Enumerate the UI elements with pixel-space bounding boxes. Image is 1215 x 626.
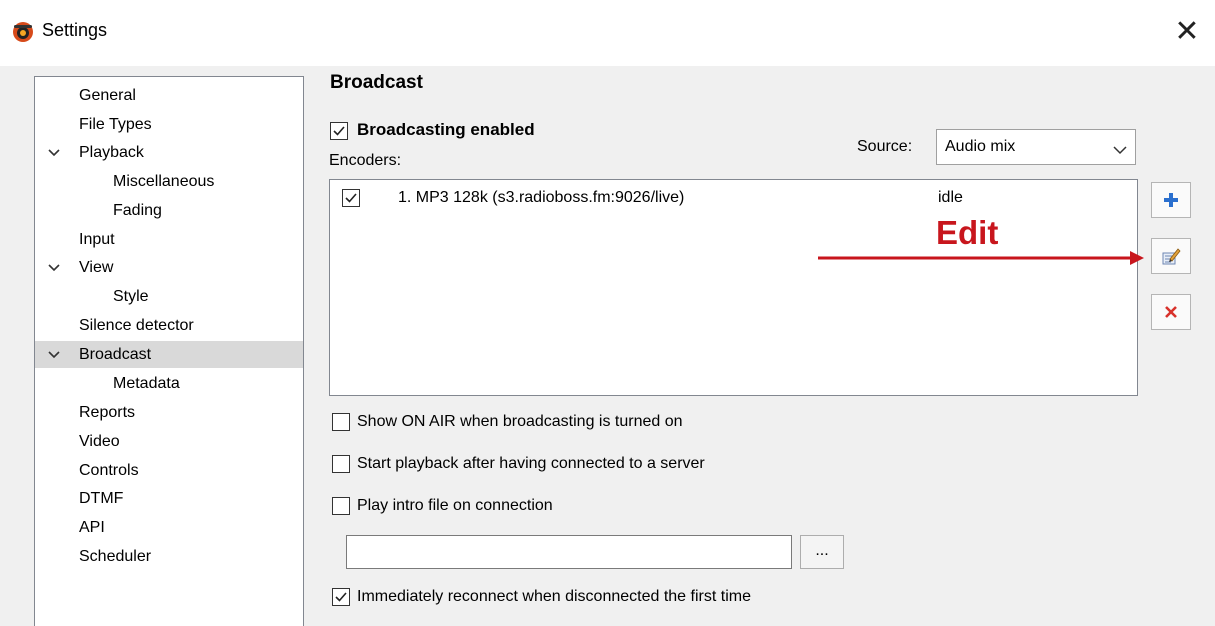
nav-item-file-types[interactable]: File Types (35, 111, 303, 138)
nav-item-dtmf[interactable]: DTMF (35, 485, 303, 512)
checkmark-icon (345, 193, 357, 203)
nav-item-playback[interactable]: Playback (35, 139, 303, 166)
nav-item-label: Reports (79, 404, 136, 421)
nav-item-label: Video (79, 433, 120, 450)
encoders-label: Encoders: (329, 152, 402, 169)
nav-item-scheduler[interactable]: Scheduler (35, 543, 303, 570)
nav-item-label: View (79, 259, 114, 276)
section-title: Broadcast (330, 72, 423, 93)
nav-item-label: File Types (79, 116, 152, 133)
show-on-air-label: Show ON AIR when broadcasting is turned … (357, 413, 683, 430)
close-button[interactable]: ✕ (1167, 12, 1207, 52)
nav-item-broadcast[interactable]: Broadcast (35, 341, 303, 368)
show-on-air-checkbox[interactable] (332, 413, 350, 431)
source-label: Source: (857, 138, 913, 155)
list-item[interactable]: 1. MP3 128k (s3.radioboss.fm:9026/live) … (330, 180, 1137, 220)
broadcasting-enabled-checkbox[interactable] (330, 122, 348, 140)
nav-item-silence-detector[interactable]: Silence detector (35, 312, 303, 339)
settings-window: Settings ✕ General File Types Playback M… (0, 0, 1215, 626)
reconnect-checkbox[interactable] (332, 588, 350, 606)
edit-icon (1162, 248, 1181, 265)
start-playback-label: Start playback after having connected to… (357, 455, 705, 472)
checkmark-icon (333, 126, 345, 136)
nav-item-style[interactable]: Style (35, 283, 303, 310)
play-intro-label: Play intro file on connection (357, 497, 553, 514)
nav-item-label: Fading (113, 202, 162, 219)
window-title: Settings (42, 20, 108, 40)
app-icon (12, 21, 34, 43)
encoders-list[interactable]: 1. MP3 128k (s3.radioboss.fm:9026/live) … (329, 179, 1138, 396)
encoder-enabled-checkbox[interactable] (342, 189, 360, 207)
nav-item-reports[interactable]: Reports (35, 399, 303, 426)
nav-item-general[interactable]: General (35, 82, 303, 109)
nav-item-label: DTMF (79, 490, 124, 507)
delete-icon (1165, 306, 1177, 318)
nav-item-input[interactable]: Input (35, 226, 303, 253)
encoder-status: idle (938, 189, 963, 206)
nav-item-miscellaneous[interactable]: Miscellaneous (35, 168, 303, 195)
plus-icon (1164, 193, 1178, 207)
chevron-down-icon (1113, 142, 1127, 160)
encoder-name: 1. MP3 128k (s3.radioboss.fm:9026/live) (398, 189, 685, 206)
nav-item-metadata[interactable]: Metadata (35, 370, 303, 397)
checkmark-icon (335, 592, 347, 602)
nav-item-api[interactable]: API (35, 514, 303, 541)
nav-item-label: API (79, 519, 105, 536)
chevron-down-icon[interactable] (45, 254, 63, 281)
nav-item-label: Metadata (113, 375, 180, 392)
nav-item-label: Silence detector (79, 317, 194, 334)
edit-annotation: Edit (936, 214, 999, 251)
nav-item-label: Style (113, 288, 149, 305)
nav-item-view[interactable]: View (35, 254, 303, 281)
settings-nav-tree: General File Types Playback Miscellaneou… (34, 76, 304, 626)
source-select[interactable]: Audio mix (936, 129, 1136, 165)
play-intro-checkbox[interactable] (332, 497, 350, 515)
broadcasting-enabled-label: Broadcasting enabled (357, 120, 535, 139)
chevron-down-icon[interactable] (45, 341, 63, 368)
nav-item-fading[interactable]: Fading (35, 197, 303, 224)
nav-item-video[interactable]: Video (35, 428, 303, 455)
nav-item-controls[interactable]: Controls (35, 457, 303, 484)
nav-item-label: Playback (79, 144, 144, 161)
edit-encoder-button[interactable] (1151, 238, 1191, 274)
annotation-arrow-icon (818, 251, 1144, 265)
delete-encoder-button[interactable] (1151, 294, 1191, 330)
start-playback-checkbox[interactable] (332, 455, 350, 473)
chevron-down-icon[interactable] (45, 139, 63, 166)
nav-item-label: Controls (79, 462, 139, 479)
add-encoder-button[interactable] (1151, 182, 1191, 218)
nav-item-label: Broadcast (79, 346, 152, 363)
reconnect-label: Immediately reconnect when disconnected … (357, 588, 751, 605)
intro-file-input[interactable] (346, 535, 792, 569)
nav-item-label: Miscellaneous (113, 173, 215, 190)
source-select-value: Audio mix (945, 138, 1016, 155)
nav-item-label: General (79, 87, 136, 104)
nav-item-label: Scheduler (79, 548, 152, 565)
title-bar: Settings ✕ (0, 0, 1215, 66)
nav-item-label: Input (79, 231, 115, 248)
browse-button[interactable]: ... (800, 535, 844, 569)
